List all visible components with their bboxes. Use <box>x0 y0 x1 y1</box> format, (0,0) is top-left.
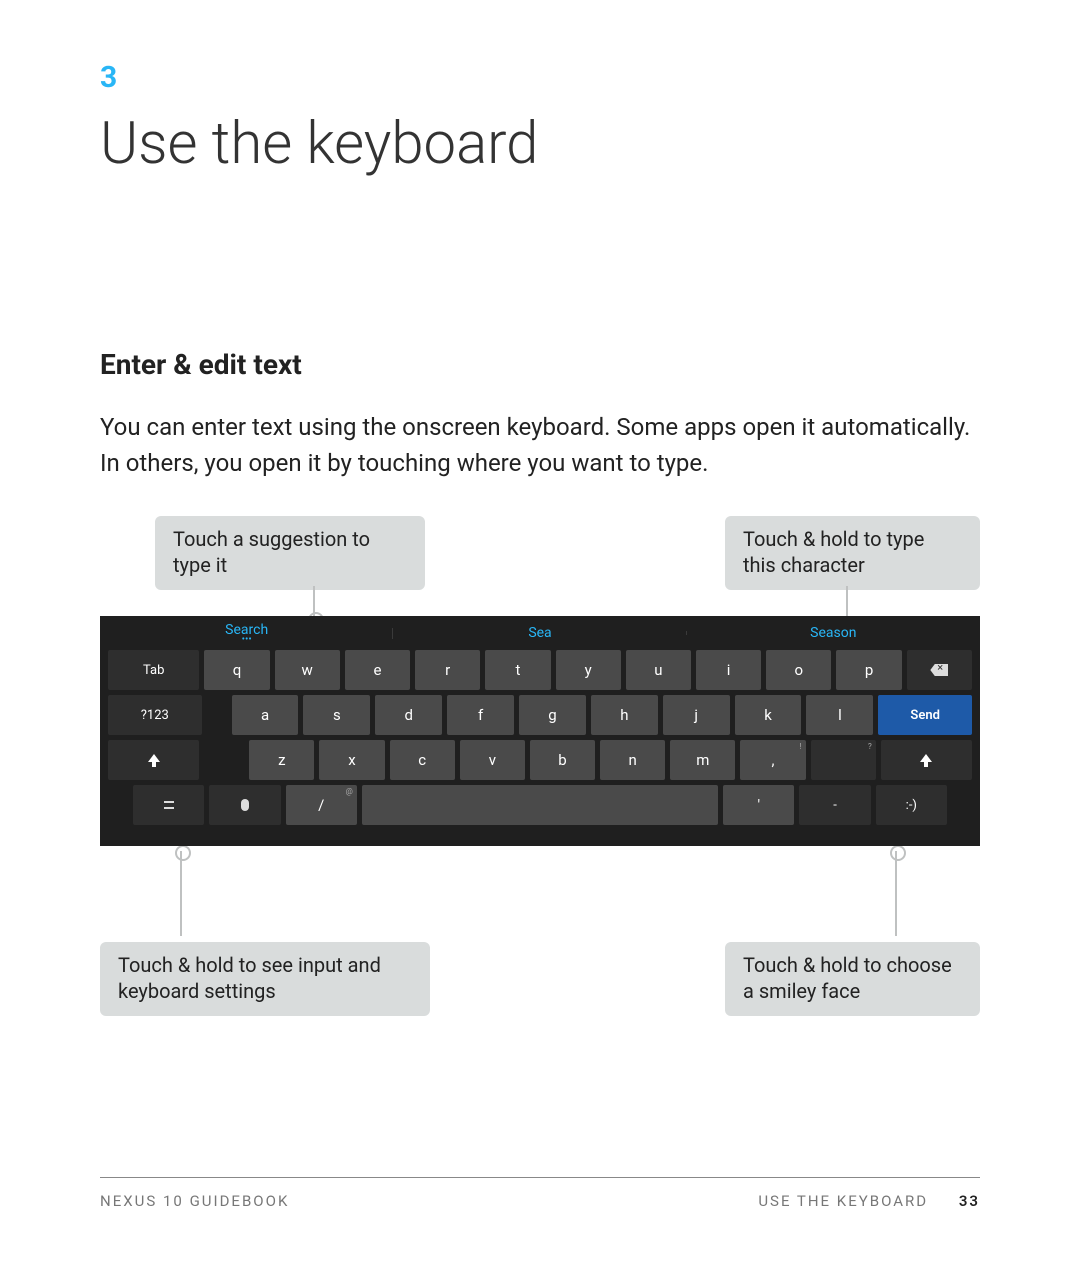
key-letter[interactable]: q <box>204 650 269 690</box>
key-letter[interactable]: s <box>303 695 370 735</box>
key-letter[interactable]: r <box>415 650 480 690</box>
key-spacebar[interactable] <box>362 785 718 825</box>
key-letter[interactable]: z <box>249 740 314 780</box>
key-letter[interactable]: j <box>663 695 730 735</box>
key-question[interactable]: ? <box>811 740 876 780</box>
keyboard-figure: Touch a suggestion to type it Touch & ho… <box>100 516 980 1016</box>
key-letter[interactable]: i <box>696 650 761 690</box>
footer-section: USE THE KEYBOARD <box>758 1192 928 1210</box>
key-letter[interactable]: a <box>232 695 299 735</box>
key-letter[interactable]: p <box>836 650 901 690</box>
key-letter[interactable]: f <box>447 695 514 735</box>
key-letter[interactable]: k <box>735 695 802 735</box>
suggestion-item[interactable]: Search••• <box>100 622 393 645</box>
callout-hold-character: Touch & hold to type this character <box>725 516 980 590</box>
callout-smiley: Touch & hold to choose a smiley face <box>725 942 980 1016</box>
key-letter[interactable]: v <box>460 740 525 780</box>
key-letter[interactable]: t <box>485 650 550 690</box>
chapter-title: Use the keyboard <box>100 110 980 178</box>
backspace-icon <box>930 664 948 676</box>
key-send[interactable]: Send <box>878 695 972 735</box>
key-smiley[interactable]: :-) <box>876 785 947 825</box>
suggestion-bar: Search••• Sea Season <box>100 616 980 650</box>
shift-icon <box>920 754 932 767</box>
mic-icon <box>241 799 249 811</box>
key-dash[interactable]: - <box>799 785 870 825</box>
leader-line <box>895 851 897 936</box>
onscreen-keyboard: Search••• Sea Season Tab q w e r t y u i… <box>100 616 980 846</box>
shift-icon <box>148 754 160 767</box>
key-mic[interactable] <box>209 785 280 825</box>
footer-page-number: 33 <box>959 1192 980 1210</box>
key-letter[interactable]: h <box>591 695 658 735</box>
key-symbols[interactable]: ?123 <box>108 695 202 735</box>
suggestion-item[interactable]: Season <box>687 625 980 641</box>
suggestion-item[interactable]: Sea <box>393 625 686 641</box>
key-letter[interactable]: u <box>626 650 691 690</box>
key-letter[interactable]: b <box>530 740 595 780</box>
key-tab[interactable]: Tab <box>108 650 199 690</box>
footer-book-title: NEXUS 10 GUIDEBOOK <box>100 1192 758 1210</box>
settings-icon <box>162 798 176 812</box>
key-slash[interactable]: @/ <box>286 785 357 825</box>
key-letter[interactable]: m <box>670 740 735 780</box>
key-shift[interactable] <box>108 740 199 780</box>
key-backspace[interactable] <box>907 650 972 690</box>
section-body: You can enter text using the onscreen ke… <box>100 409 980 481</box>
key-letter[interactable]: x <box>319 740 384 780</box>
section-heading: Enter & edit text <box>100 348 980 381</box>
key-apostrophe[interactable]: ' <box>723 785 794 825</box>
chapter-number: 3 <box>100 60 980 95</box>
callout-settings: Touch & hold to see input and keyboard s… <box>100 942 430 1016</box>
key-letter[interactable]: g <box>519 695 586 735</box>
key-letter[interactable]: y <box>556 650 621 690</box>
callout-suggestion: Touch a suggestion to type it <box>155 516 425 590</box>
page-footer: NEXUS 10 GUIDEBOOK USE THE KEYBOARD 33 <box>100 1177 980 1210</box>
key-shift[interactable] <box>881 740 972 780</box>
key-letter[interactable]: o <box>766 650 831 690</box>
key-letter[interactable]: e <box>345 650 410 690</box>
key-letter[interactable]: d <box>375 695 442 735</box>
key-settings[interactable] <box>133 785 204 825</box>
key-comma[interactable]: !, <box>740 740 805 780</box>
key-letter[interactable]: n <box>600 740 665 780</box>
leader-line <box>180 851 182 936</box>
key-letter[interactable]: l <box>806 695 873 735</box>
key-letter[interactable]: w <box>275 650 340 690</box>
key-letter[interactable]: c <box>390 740 455 780</box>
